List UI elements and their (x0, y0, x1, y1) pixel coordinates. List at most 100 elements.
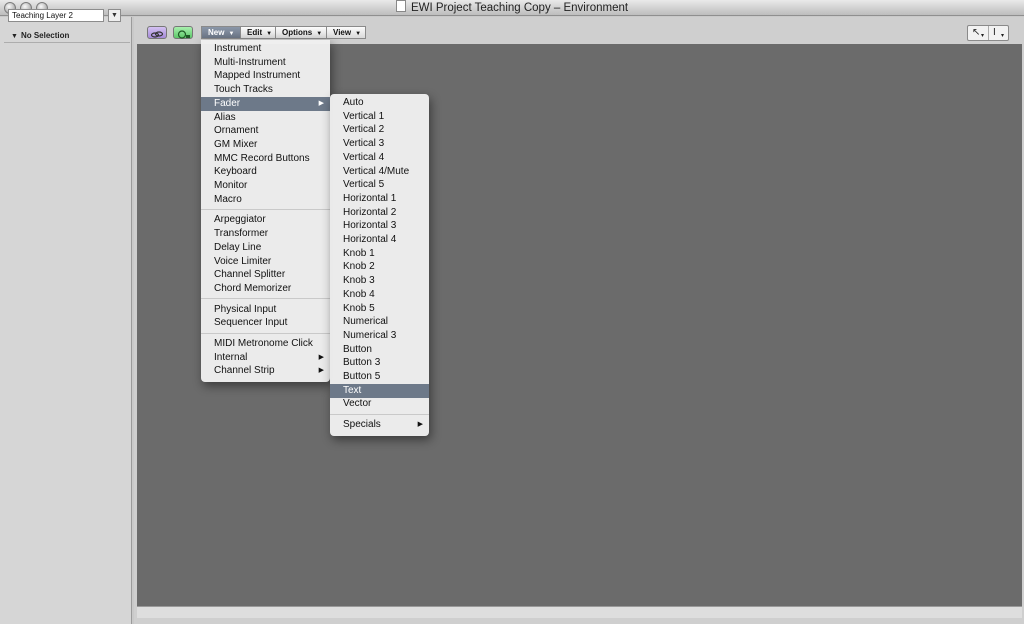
menu-item-keyboard[interactable]: Keyboard (201, 165, 330, 179)
menu-item-physical-input[interactable]: Physical Input (201, 303, 330, 317)
menu-item-auto[interactable]: Auto (330, 96, 429, 110)
menu-item-specials[interactable]: Specials ▶ (330, 418, 429, 432)
text-tool-icon[interactable]: I (993, 26, 996, 40)
menu-item-label: Mapped Instrument (214, 70, 301, 82)
window-title: EWI Project Teaching Copy – Environment (410, 2, 629, 14)
menu-item-label: Multi-Instrument (214, 56, 286, 68)
menu-separator (330, 413, 429, 415)
menu-item-label: Horizontal 1 (343, 192, 397, 204)
menu-item-label: Horizontal 3 (343, 220, 397, 232)
menu-item-label: Fader (214, 97, 241, 109)
menu-item-alias[interactable]: Alias (201, 111, 330, 125)
document-icon (395, 0, 406, 12)
disclosure-triangle-icon[interactable]: ▼ (11, 33, 18, 40)
menu-item-label: Monitor (214, 180, 248, 191)
submenu-arrow-icon: ▶ (318, 353, 324, 361)
link-button[interactable] (147, 26, 167, 39)
menu-item-label: Numerical (343, 316, 389, 328)
menu-item-vertical-2[interactable]: Vertical 2 (330, 123, 429, 137)
selection-header-label: No Selection (20, 31, 70, 40)
menu-item-label: Vertical 4/Mute (343, 165, 410, 177)
midi-out-button[interactable] (173, 26, 193, 39)
menu-item-ornament[interactable]: Ornament (201, 124, 330, 138)
menu-item-label: Channel Strip (214, 365, 275, 377)
menu-item-label: Sequencer Input (214, 317, 288, 329)
menu-item-label: Delay Line (214, 241, 262, 253)
menu-item-mmc-record-buttons[interactable]: MMC Record Buttons (201, 152, 330, 166)
menu-item-label: Vertical 5 (343, 179, 385, 191)
new-menu-button[interactable]: New ▼ (201, 26, 241, 39)
pointer-tool-icon[interactable]: ↖ (972, 26, 980, 40)
menu-item-macro[interactable]: Macro (201, 193, 330, 207)
new-menu: Instrument Multi-Instrument Mapped Instrum… (201, 40, 330, 382)
submenu-arrow-icon: ▶ (417, 421, 423, 429)
menu-item-numerical-3[interactable]: Numerical 3 (330, 329, 429, 343)
midi-out-icon (177, 30, 190, 39)
menu-item-midi-metronome-click[interactable]: MIDI Metronome Click (201, 337, 330, 351)
menu-item-touch-tracks[interactable]: Touch Tracks (201, 83, 330, 97)
menu-item-vertical-1[interactable]: Vertical 1 (330, 110, 429, 124)
menu-separator (201, 298, 330, 300)
menu-item-button[interactable]: Button (330, 343, 429, 357)
options-menu-button[interactable]: Options ▼ (275, 26, 327, 39)
chevron-down-icon: ▼ (355, 31, 362, 37)
menu-item-knob-5[interactable]: Knob 5 (330, 302, 429, 316)
view-menu-button[interactable]: View ▼ (326, 26, 366, 39)
chevron-down-icon: ▾ (981, 33, 985, 39)
menu-item-label: Vertical 4 (343, 151, 385, 163)
edit-menu-label: Edit (247, 28, 263, 37)
menu-item-gm-mixer[interactable]: GM Mixer (201, 138, 330, 152)
menu-item-vertical-4-mute[interactable]: Vertical 4/Mute (330, 165, 429, 179)
chevron-down-icon: ▼ (316, 31, 323, 37)
menu-item-knob-1[interactable]: Knob 1 (330, 247, 429, 261)
menu-item-knob-4[interactable]: Knob 4 (330, 288, 429, 302)
menu-item-arpeggiator[interactable]: Arpeggiator (201, 213, 330, 227)
menu-item-text[interactable]: Text (330, 383, 429, 398)
menu-item-knob-3[interactable]: Knob 3 (330, 274, 429, 288)
menu-item-fader[interactable]: Fader ▶ (201, 96, 330, 111)
menu-item-transformer[interactable]: Transformer (201, 227, 330, 241)
menu-item-vector[interactable]: Vector (330, 397, 429, 411)
menu-item-multi-instrument[interactable]: Multi-Instrument (201, 56, 330, 70)
inspector-sidebar (0, 17, 132, 624)
menu-item-button-5[interactable]: Button 5 (330, 370, 429, 384)
menu-item-vertical-4[interactable]: Vertical 4 (330, 151, 429, 165)
menu-item-label: Button 3 (343, 357, 381, 369)
menu-item-knob-2[interactable]: Knob 2 (330, 260, 429, 274)
menu-item-label: Knob 2 (343, 261, 375, 273)
menu-item-delay-line[interactable]: Delay Line (201, 241, 330, 255)
layer-select-arrow-icon[interactable]: ▼ (108, 9, 121, 22)
horizontal-scrollbar[interactable] (137, 606, 1022, 618)
menu-item-label: Chord Memorizer (214, 282, 292, 294)
selection-header[interactable]: ▼ No Selection (4, 30, 130, 43)
menu-item-monitor[interactable]: Monitor (201, 179, 330, 193)
menu-item-instrument[interactable]: Instrument (201, 42, 330, 56)
chevron-down-icon: ▼ (228, 31, 235, 37)
menu-item-vertical-3[interactable]: Vertical 3 (330, 137, 429, 151)
layer-select[interactable]: Teaching Layer 2 (8, 9, 104, 22)
menu-item-horizontal-2[interactable]: Horizontal 2 (330, 206, 429, 220)
menu-item-mapped-instrument[interactable]: Mapped Instrument (201, 69, 330, 83)
menu-item-label: MIDI Metronome Click (214, 338, 313, 349)
menu-item-label: Auto (343, 97, 364, 108)
menu-item-horizontal-1[interactable]: Horizontal 1 (330, 192, 429, 206)
menu-item-vertical-5[interactable]: Vertical 5 (330, 178, 429, 192)
menu-item-channel-strip[interactable]: Channel Strip ▶ (201, 364, 330, 378)
menu-item-voice-limiter[interactable]: Voice Limiter (201, 255, 330, 269)
chevron-down-icon: ▼ (266, 31, 273, 37)
menu-item-internal[interactable]: Internal ▶ (201, 351, 330, 365)
menu-item-chord-memorizer[interactable]: Chord Memorizer (201, 282, 330, 296)
window-title-container: EWI Project Teaching Copy – Environment (0, 0, 1024, 16)
menu-item-sequencer-input[interactable]: Sequencer Input (201, 316, 330, 330)
menu-item-horizontal-3[interactable]: Horizontal 3 (330, 219, 429, 233)
menu-item-label: Channel Splitter (214, 269, 286, 281)
fader-submenu: Auto Vertical 1 Vertical 2 Vertical 3 Vertic… (330, 94, 429, 436)
edit-menu-button[interactable]: Edit ▼ (240, 26, 276, 39)
menu-item-horizontal-4[interactable]: Horizontal 4 (330, 233, 429, 247)
menu-item-channel-splitter[interactable]: Channel Splitter (201, 268, 330, 282)
menu-item-numerical[interactable]: Numerical (330, 315, 429, 329)
menu-item-button-3[interactable]: Button 3 (330, 356, 429, 370)
menu-item-label: Knob 4 (343, 288, 375, 300)
menu-item-label: Specials (343, 419, 381, 431)
menu-item-label: MMC Record Buttons (214, 152, 310, 164)
